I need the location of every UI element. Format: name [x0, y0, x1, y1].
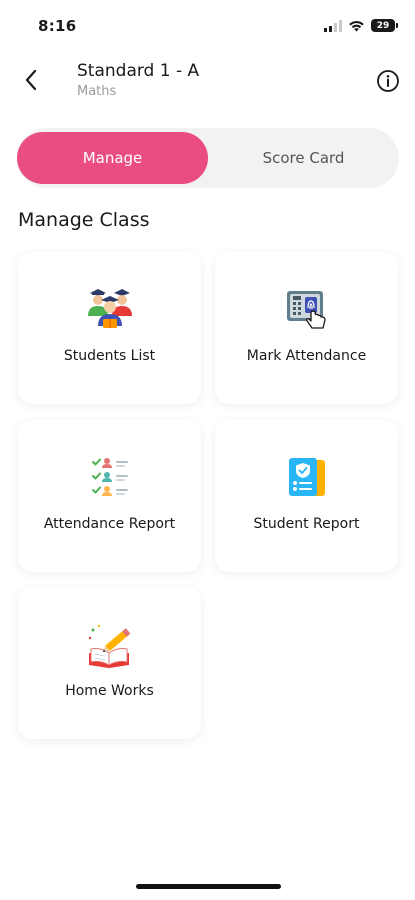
wifi-icon — [349, 20, 364, 31]
tab-manage[interactable]: Manage — [17, 132, 208, 184]
card-students-list[interactable]: Students List — [18, 252, 201, 404]
battery-level: 29 — [376, 20, 390, 31]
section-title: Manage Class — [18, 209, 150, 231]
status-bar: 8:16 29 — [0, 0, 415, 50]
status-icons: 29 — [324, 19, 398, 32]
card-home-works[interactable]: Home Works — [18, 587, 201, 739]
card-attendance-report[interactable]: Attendance Report — [18, 420, 201, 572]
fingerprint-attendance-icon — [286, 291, 326, 329]
tab-score-card[interactable]: Score Card — [208, 132, 399, 184]
cellular-signal-icon — [324, 19, 342, 32]
card-label: Students List — [63, 348, 156, 364]
page-title: Standard 1 - A — [77, 61, 200, 81]
home-indicator[interactable] — [136, 884, 281, 889]
back-button[interactable] — [16, 65, 46, 95]
card-label: Attendance Report — [43, 516, 176, 532]
battery-icon: 29 — [371, 19, 398, 32]
card-mark-attendance[interactable]: Mark Attendance — [215, 252, 398, 404]
info-button[interactable] — [375, 68, 401, 94]
students-group-icon — [87, 289, 132, 328]
checklist-report-icon — [91, 458, 128, 496]
info-icon — [377, 70, 399, 92]
header: Standard 1 - A Maths — [0, 55, 415, 110]
book-pencil-icon — [88, 624, 130, 668]
card-label: Mark Attendance — [246, 348, 367, 364]
card-label: Student Report — [253, 516, 360, 532]
page-subtitle: Maths — [77, 84, 117, 99]
tab-switcher: Manage Score Card — [17, 128, 399, 188]
card-label: Home Works — [65, 683, 154, 699]
title-block: Standard 1 - A Maths — [77, 61, 199, 99]
chevron-left-icon — [25, 69, 37, 91]
card-student-report[interactable]: Student Report — [215, 420, 398, 572]
status-time: 8:16 — [38, 17, 77, 35]
student-id-card-icon — [288, 458, 325, 496]
